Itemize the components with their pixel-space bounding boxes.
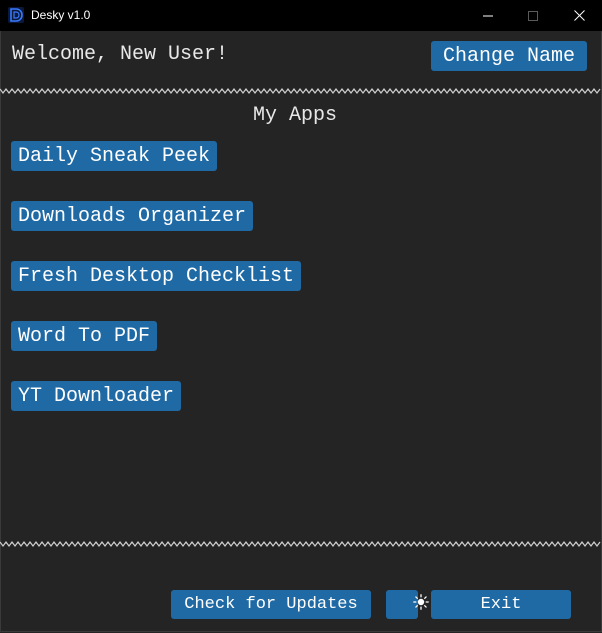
close-icon bbox=[573, 10, 585, 21]
desky-logo-icon bbox=[8, 7, 24, 23]
minimize-button[interactable] bbox=[465, 0, 511, 31]
maximize-button[interactable] bbox=[510, 0, 556, 31]
app-button-yt-downloader[interactable]: YT Downloader bbox=[11, 381, 182, 411]
footer-divider bbox=[0, 541, 601, 547]
exit-button[interactable]: Exit bbox=[431, 590, 571, 619]
window-titlebar[interactable]: Desky v1.0 bbox=[0, 0, 602, 31]
app-button-word-to-pdf[interactable]: Word To PDF bbox=[11, 321, 158, 351]
app-button-fresh-desktop-checklist[interactable]: Fresh Desktop Checklist bbox=[11, 261, 302, 291]
theme-toggle-button[interactable] bbox=[386, 590, 430, 619]
sun-icon bbox=[375, 576, 430, 633]
minimize-icon bbox=[483, 11, 493, 21]
welcome-text: Welcome, New User! bbox=[12, 43, 229, 66]
close-button[interactable] bbox=[556, 0, 602, 31]
check-for-updates-button[interactable]: Check for Updates bbox=[171, 590, 371, 619]
header-divider bbox=[0, 88, 601, 94]
app-button-downloads-organizer[interactable]: Downloads Organizer bbox=[11, 201, 254, 231]
app-button-daily-sneak-peek[interactable]: Daily Sneak Peek bbox=[11, 141, 218, 171]
change-name-button[interactable]: Change Name bbox=[431, 41, 587, 71]
maximize-icon bbox=[528, 10, 538, 21]
window-title: Desky v1.0 bbox=[31, 8, 91, 22]
apps-list: Daily Sneak Peek Downloads Organizer Fre… bbox=[11, 141, 302, 441]
my-apps-heading: My Apps bbox=[252, 104, 337, 127]
